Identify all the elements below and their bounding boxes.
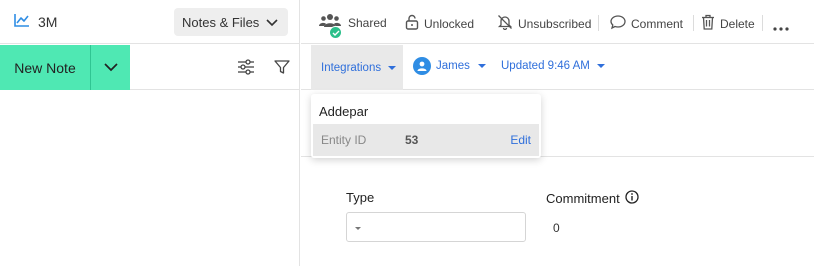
unsubscribed-button[interactable]: Unsubscribed [497, 14, 591, 33]
shared-label: Shared [348, 16, 387, 30]
entity-id-label: Entity ID [321, 133, 367, 147]
type-label: Type [346, 190, 375, 205]
delete-label: Delete [720, 16, 755, 31]
author-dropdown[interactable]: James [413, 57, 486, 75]
line-chart-icon [14, 13, 30, 30]
toolbar-divider [598, 15, 599, 31]
chevron-down-icon [266, 15, 278, 30]
author-name: James [436, 60, 470, 72]
updated-label: Updated 9:46 AM [501, 60, 590, 72]
left-panel: 3M Notes & Files New Note [0, 0, 300, 266]
chevron-down-icon [103, 59, 118, 77]
commitment-value[interactable]: 0 [553, 221, 560, 235]
type-select[interactable] [346, 212, 526, 242]
new-note-button[interactable]: New Note [0, 45, 91, 90]
trash-icon [701, 14, 715, 33]
toolbar-divider [762, 15, 763, 31]
new-note-split-button: New Note [0, 45, 130, 90]
caret-down-icon [596, 64, 605, 68]
note-meta-bar: Integrations James Updated 9:46 AM [301, 45, 814, 90]
info-icon[interactable] [625, 190, 639, 207]
view-selector-dropdown[interactable]: Notes & Files [174, 8, 289, 36]
comment-icon [610, 14, 626, 33]
caret-down-icon [477, 64, 486, 68]
caret-down-icon [355, 227, 361, 230]
unlocked-label: Unlocked [424, 16, 475, 31]
avatar [413, 57, 431, 75]
users-icon [319, 13, 342, 39]
commitment-label: Commitment [546, 191, 620, 206]
left-actions-bar: New Note [0, 45, 300, 90]
integrations-label: Integrations [321, 61, 382, 74]
integration-field-row: Entity ID 53 Edit [313, 124, 539, 156]
more-options-button[interactable] [773, 20, 789, 34]
entity-id-value: 53 [405, 133, 419, 147]
filter-icon[interactable] [272, 57, 292, 77]
integrations-dropdown[interactable]: Integrations [311, 45, 403, 90]
integration-name: Addepar [319, 104, 369, 119]
unlock-icon [405, 14, 419, 33]
updated-dropdown[interactable]: Updated 9:46 AM [501, 60, 605, 72]
bell-off-icon [497, 14, 513, 33]
toolbar-divider [693, 15, 694, 31]
more-horizontal-icon [773, 20, 789, 34]
comment-button[interactable]: Comment [610, 14, 683, 33]
edit-entity-id-link[interactable]: Edit [510, 133, 531, 147]
unsubscribed-label: Unsubscribed [518, 16, 592, 31]
check-badge-icon [329, 26, 342, 39]
company-brand[interactable]: 3M [14, 13, 57, 30]
commitment-field-label: Commitment [546, 190, 639, 207]
company-name: 3M [38, 13, 58, 30]
note-toolbar: Shared Unlocked Unsubscribed Comment Del… [301, 0, 814, 44]
left-header: 3M Notes & Files [0, 0, 300, 44]
integrations-popup: Addepar Entity ID 53 Edit [311, 94, 541, 158]
shared-button[interactable]: Shared [319, 13, 387, 39]
sliders-icon[interactable] [236, 57, 256, 77]
view-selector-label: Notes & Files [182, 14, 260, 30]
delete-button[interactable]: Delete [701, 14, 755, 33]
type-field-label: Type [346, 190, 374, 205]
new-note-options-button[interactable] [91, 45, 130, 90]
unlocked-button[interactable]: Unlocked [405, 14, 474, 33]
caret-down-icon [388, 65, 397, 70]
comment-label: Comment [631, 16, 684, 31]
